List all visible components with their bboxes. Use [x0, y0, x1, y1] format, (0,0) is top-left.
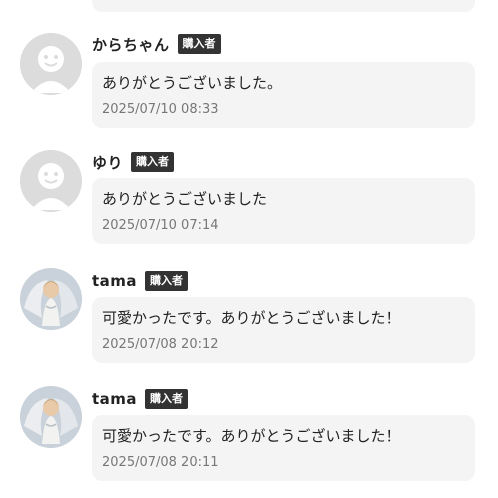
- comment-timestamp: 2025/07/10 07:14: [102, 218, 219, 233]
- buyer-badge: 購入者: [145, 389, 189, 409]
- user-name[interactable]: tama: [92, 272, 137, 290]
- comment-header: tama 購入者: [92, 269, 189, 293]
- user-avatar[interactable]: [20, 150, 82, 212]
- comment-text: ありがとうございました: [102, 190, 268, 208]
- user-avatar[interactable]: [20, 386, 82, 448]
- default-user-icon: [20, 33, 82, 95]
- comment-timestamp: 2025/07/08 20:11: [102, 455, 219, 470]
- comment-bubble: 可愛かったです。ありがとうございました！ 2025/07/08 20:11: [92, 415, 475, 481]
- comment-header: tama 購入者: [92, 387, 189, 411]
- user-avatar[interactable]: [20, 33, 82, 95]
- buyer-badge: 購入者: [145, 271, 189, 291]
- comment-bubble: 可愛かったです。ありがとうございました！ 2025/07/08 20:12: [92, 297, 475, 363]
- user-avatar[interactable]: [20, 268, 82, 330]
- comment-bubble: ありがとうございました 2025/07/10 07:14: [92, 178, 475, 244]
- user-name[interactable]: からちゃん: [92, 34, 170, 55]
- comment-timestamp: 2025/07/10 08:33: [102, 102, 219, 117]
- buyer-badge: 購入者: [177, 34, 221, 54]
- comment-bubble: ありがとうございました。 2025/07/10 08:33: [92, 62, 475, 128]
- comment-text: ありがとうございました。: [102, 74, 283, 92]
- buyer-badge: 購入者: [131, 152, 175, 172]
- comment-timestamp: 2025/07/08 20:12: [102, 337, 219, 352]
- user-name[interactable]: tama: [92, 390, 137, 408]
- previous-comment-bubble: [92, 0, 475, 12]
- angel-photo-icon: [20, 386, 82, 448]
- default-user-icon: [20, 150, 82, 212]
- comment-text: 可愛かったです。ありがとうございました！: [102, 309, 401, 327]
- angel-photo-icon: [20, 268, 82, 330]
- comment-header: ゆり 購入者: [92, 150, 175, 174]
- comment-text: 可愛かったです。ありがとうございました！: [102, 427, 401, 445]
- comment-header: からちゃん 購入者: [92, 32, 221, 56]
- user-name[interactable]: ゆり: [92, 152, 123, 173]
